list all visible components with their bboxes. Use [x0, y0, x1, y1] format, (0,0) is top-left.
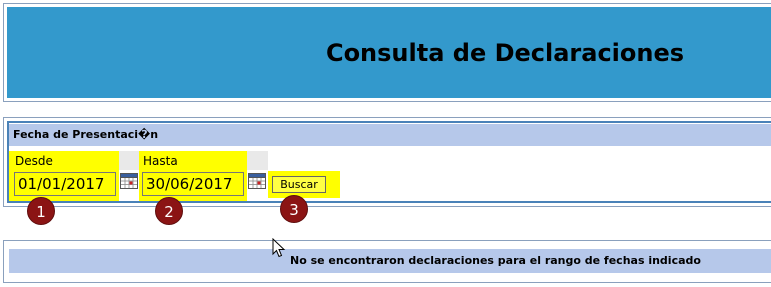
mouse-pointer-icon — [272, 238, 286, 258]
step-marker-3: 3 — [280, 195, 308, 223]
grid-cell — [246, 151, 268, 170]
page-title: Consulta de Declaraciones — [325, 39, 685, 67]
no-results-message: No se encontraron declaraciones para el … — [290, 254, 701, 267]
step-marker-1: 1 — [27, 197, 55, 225]
grid-cell — [118, 151, 140, 170]
search-button[interactable]: Buscar — [272, 176, 326, 193]
from-calendar-button[interactable] — [120, 173, 138, 193]
to-date-label: Hasta — [143, 154, 178, 168]
calendar-icon — [120, 173, 138, 189]
from-date-input[interactable] — [14, 172, 116, 196]
calendar-icon — [248, 173, 266, 189]
from-date-label: Desde — [15, 154, 53, 168]
results-bar: No se encontraron declaraciones para el … — [9, 249, 771, 273]
section-title-fecha-presentacion: Fecha de Presentaci�n — [9, 124, 771, 146]
to-calendar-button[interactable] — [248, 173, 266, 193]
step-marker-2: 2 — [155, 197, 183, 225]
to-date-input[interactable] — [142, 172, 244, 196]
